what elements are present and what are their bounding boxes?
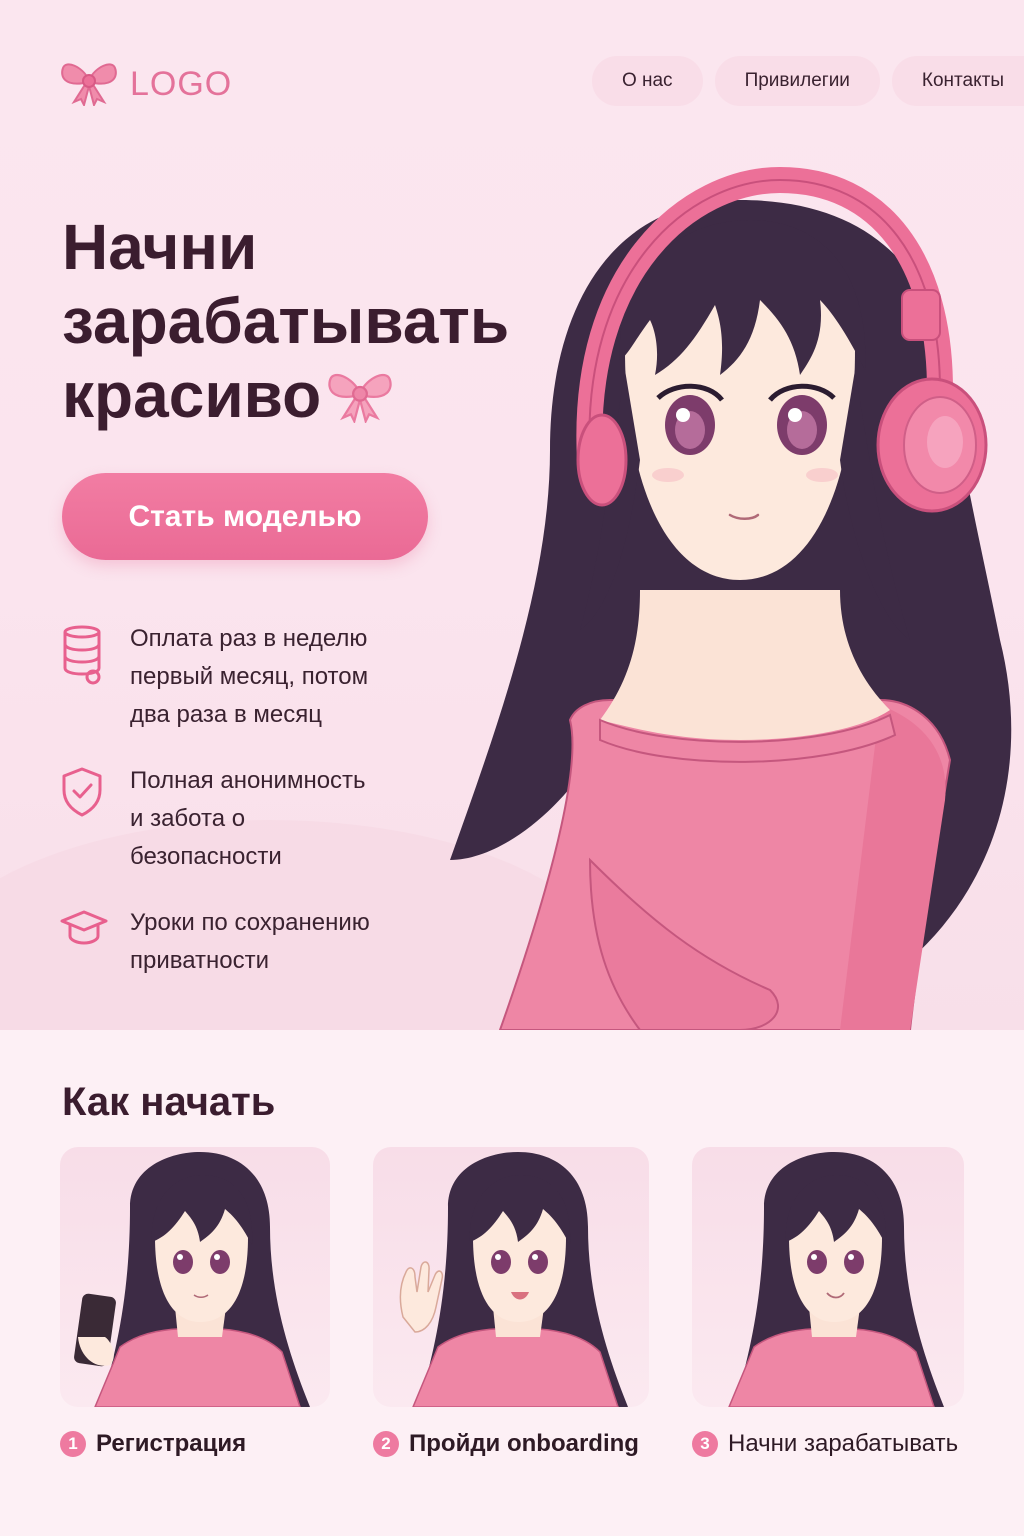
step-card-start-earning[interactable] (692, 1147, 964, 1407)
hero-section: LOGO О нас Привилегии Контакты Начни зар… (0, 0, 1024, 1030)
logo-text: LOGO (130, 65, 233, 103)
step-number-badge: 3 (692, 1431, 718, 1457)
step-number-badge: 1 (60, 1431, 86, 1457)
girl-holding-phone-illustration (74, 1152, 310, 1407)
feature-list: Оплата раз в неделю первый месяц, потом … (60, 620, 460, 1008)
bow-icon (60, 58, 118, 111)
nav-about[interactable]: О нас (591, 56, 703, 106)
step-text: Пройди onboarding (409, 1430, 639, 1457)
landing-page: LOGO О нас Привилегии Контакты Начни зар… (0, 0, 1024, 1536)
headline-line: красиво (62, 359, 322, 431)
feature-text: Оплата раз в неделю первый месяц, потом … (130, 625, 369, 728)
feature-item: Уроки по сохранению приватности (60, 904, 460, 980)
step-label: 1 Регистрация (60, 1430, 246, 1458)
feature-item: Полная анонимность и забота о безопаснос… (60, 762, 460, 876)
step-text: Начни зарабатывать (728, 1430, 959, 1457)
nav-contacts[interactable]: Контакты (891, 56, 1024, 106)
hero-girl-illustration (440, 160, 1024, 1030)
feature-item: Оплата раз в неделю первый месяц, потом … (60, 620, 460, 734)
step-card-registration[interactable] (60, 1147, 330, 1407)
step-card-onboarding[interactable] (373, 1147, 649, 1407)
main-nav: О нас Привилегии Контакты (591, 56, 1024, 106)
coins-icon (60, 620, 106, 734)
bow-icon (327, 364, 393, 438)
step-text: Регистрация (96, 1430, 247, 1457)
nav-privileges[interactable]: Привилегии (714, 56, 880, 106)
step-label: 2 Пройди onboarding (373, 1430, 639, 1458)
logo[interactable]: LOGO (60, 58, 232, 111)
girl-smiling-illustration (728, 1152, 944, 1407)
girl-waving-illustration (399, 1152, 628, 1407)
become-model-button[interactable]: Стать моделью (62, 473, 428, 560)
step-label: 3 Начни зарабатывать (692, 1430, 958, 1458)
shield-check-icon (60, 762, 106, 876)
feature-text: Полная анонимность и забота о безопаснос… (130, 767, 366, 870)
section-title: Как начать (62, 1080, 276, 1124)
step-number-badge: 2 (373, 1431, 399, 1457)
feature-text: Уроки по сохранению приватности (130, 909, 370, 974)
how-to-start-section: Как начать 1 Регистрация 2 Пройди onboar… (0, 1030, 1024, 1536)
graduation-cap-icon (60, 904, 108, 980)
